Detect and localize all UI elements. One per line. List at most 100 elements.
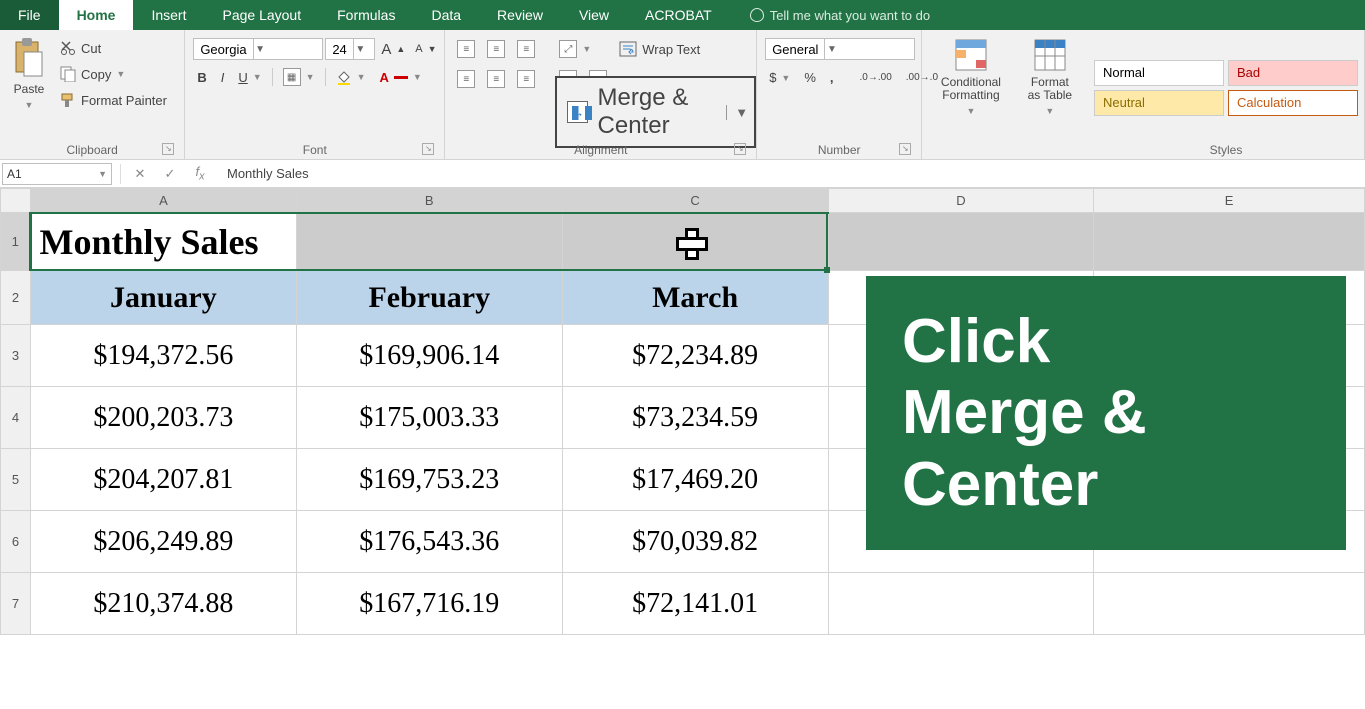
style-normal[interactable]: Normal	[1094, 60, 1224, 86]
tab-acrobat[interactable]: ACROBAT	[627, 0, 730, 30]
style-neutral[interactable]: Neutral	[1094, 90, 1224, 116]
format-as-table-button[interactable]: Format as Table ▼	[1018, 34, 1082, 120]
enter-formula-button[interactable]: ✓	[159, 166, 181, 182]
cell-b5[interactable]: $169,753.23	[296, 449, 562, 511]
align-left-button[interactable]: ≡	[453, 68, 479, 90]
cell-c5[interactable]: $17,469.20	[562, 449, 828, 511]
cell-styles-gallery[interactable]: Normal Bad Neutral Calculation	[1094, 60, 1358, 116]
conditional-formatting-button[interactable]: Conditional Formatting ▼	[928, 34, 1014, 120]
cell-b6[interactable]: $176,543.36	[296, 511, 562, 573]
borders-button[interactable]: ▦▼	[279, 66, 319, 88]
underline-button[interactable]: U▼	[234, 68, 265, 87]
italic-button[interactable]: I	[217, 68, 229, 87]
number-format-combo[interactable]: General▼	[765, 38, 915, 60]
cell-c1[interactable]	[562, 213, 828, 271]
cell-a1[interactable]: Monthly Sales	[30, 213, 296, 271]
font-name-combo[interactable]: Georgia▼	[193, 38, 323, 60]
cell-b2[interactable]: February	[296, 271, 562, 325]
cancel-formula-button[interactable]: ✕	[129, 166, 151, 182]
font-launcher[interactable]: ↘	[422, 143, 434, 155]
cut-button[interactable]: Cut	[56, 38, 171, 58]
row-header-7[interactable]: 7	[1, 573, 31, 635]
decrease-font-button[interactable]: A▼	[411, 41, 440, 57]
cell-d1[interactable]	[828, 213, 1094, 271]
format-as-table-icon	[1033, 38, 1067, 72]
bold-button[interactable]: B	[193, 68, 210, 87]
style-bad[interactable]: Bad	[1228, 60, 1358, 86]
fill-color-icon	[336, 69, 352, 85]
cell-a7[interactable]: $210,374.88	[30, 573, 296, 635]
cell-c3[interactable]: $72,234.89	[562, 325, 828, 387]
align-right-button[interactable]: ≡	[513, 68, 539, 90]
cell-c6[interactable]: $70,039.82	[562, 511, 828, 573]
copy-button[interactable]: Copy ▼	[56, 64, 171, 84]
font-size-combo[interactable]: 24▼	[325, 38, 375, 60]
cell-a3[interactable]: $194,372.56	[30, 325, 296, 387]
cell-c7[interactable]: $72,141.01	[562, 573, 828, 635]
number-launcher[interactable]: ↘	[899, 143, 911, 155]
tab-page-layout[interactable]: Page Layout	[204, 0, 319, 30]
orientation-button[interactable]: ⤢▼	[555, 38, 595, 60]
row-header-3[interactable]: 3	[1, 325, 31, 387]
cell-d7[interactable]	[828, 573, 1094, 635]
cell-a4[interactable]: $200,203.73	[30, 387, 296, 449]
cell-b3[interactable]: $169,906.14	[296, 325, 562, 387]
align-top-button[interactable]: ≡	[453, 38, 479, 60]
align-bottom-button[interactable]: ≡	[513, 38, 539, 60]
alignment-launcher[interactable]: ↘	[734, 143, 746, 155]
font-color-button[interactable]: A▼	[375, 68, 425, 87]
align-middle-button[interactable]: ≡	[483, 38, 509, 60]
clipboard-launcher[interactable]: ↘	[162, 143, 174, 155]
merge-center-button[interactable]: Merge & Center ▼	[555, 76, 756, 148]
font-group-label: Font	[303, 143, 327, 157]
cell-b7[interactable]: $167,716.19	[296, 573, 562, 635]
row-header-5[interactable]: 5	[1, 449, 31, 511]
tab-file[interactable]: File	[0, 0, 59, 30]
cell-a5[interactable]: $204,207.81	[30, 449, 296, 511]
row-header-1[interactable]: 1	[1, 213, 31, 271]
formula-input[interactable]: Monthly Sales	[219, 166, 1363, 181]
insert-function-button[interactable]: fx	[189, 164, 211, 183]
select-all-corner[interactable]	[1, 189, 31, 213]
name-box[interactable]: A1 ▼	[2, 163, 112, 185]
tab-home[interactable]: Home	[59, 0, 134, 30]
col-header-a[interactable]: A	[30, 189, 296, 213]
cell-c4[interactable]: $73,234.59	[562, 387, 828, 449]
row-header-2[interactable]: 2	[1, 271, 31, 325]
col-header-e[interactable]: E	[1094, 189, 1365, 213]
wrap-text-button[interactable]: Wrap Text	[615, 39, 704, 59]
tell-me[interactable]: Tell me what you want to do	[730, 0, 930, 30]
cell-a6[interactable]: $206,249.89	[30, 511, 296, 573]
row-header-6[interactable]: 6	[1, 511, 31, 573]
col-header-b[interactable]: B	[296, 189, 562, 213]
tab-formulas[interactable]: Formulas	[319, 0, 413, 30]
format-painter-button[interactable]: Format Painter	[56, 90, 171, 110]
fill-color-button[interactable]: ▼	[332, 67, 370, 87]
increase-decimal-button[interactable]: .0→.00	[856, 70, 896, 85]
tab-insert[interactable]: Insert	[133, 0, 204, 30]
cell-e7[interactable]	[1094, 573, 1365, 635]
row-header-4[interactable]: 4	[1, 387, 31, 449]
selection-handle[interactable]	[824, 267, 830, 273]
tab-view[interactable]: View	[561, 0, 627, 30]
tab-review[interactable]: Review	[479, 0, 561, 30]
paste-label: Paste	[14, 82, 45, 96]
cell-a2[interactable]: January	[30, 271, 296, 325]
increase-font-button[interactable]: A▲	[377, 39, 409, 60]
worksheet[interactable]: A B C D E 1 Monthly Sales 2 January Febr…	[0, 188, 1365, 635]
col-header-c[interactable]: C	[562, 189, 828, 213]
cell-c2[interactable]: March	[562, 271, 828, 325]
cell-b4[interactable]: $175,003.33	[296, 387, 562, 449]
align-center-button[interactable]: ≡	[483, 68, 509, 90]
cell-e1[interactable]	[1094, 213, 1365, 271]
style-calculation[interactable]: Calculation	[1228, 90, 1358, 116]
comma-button[interactable]: ,	[826, 68, 838, 87]
format-as-table-label: Format as Table	[1024, 76, 1076, 102]
tab-data[interactable]: Data	[413, 0, 479, 30]
accounting-button[interactable]: $▼	[765, 68, 794, 87]
percent-button[interactable]: %	[800, 68, 820, 87]
merge-center-dropdown[interactable]: ▼	[726, 105, 744, 120]
col-header-d[interactable]: D	[828, 189, 1094, 213]
paste-button[interactable]: Paste ▼	[6, 34, 52, 114]
cell-b1[interactable]	[296, 213, 562, 271]
